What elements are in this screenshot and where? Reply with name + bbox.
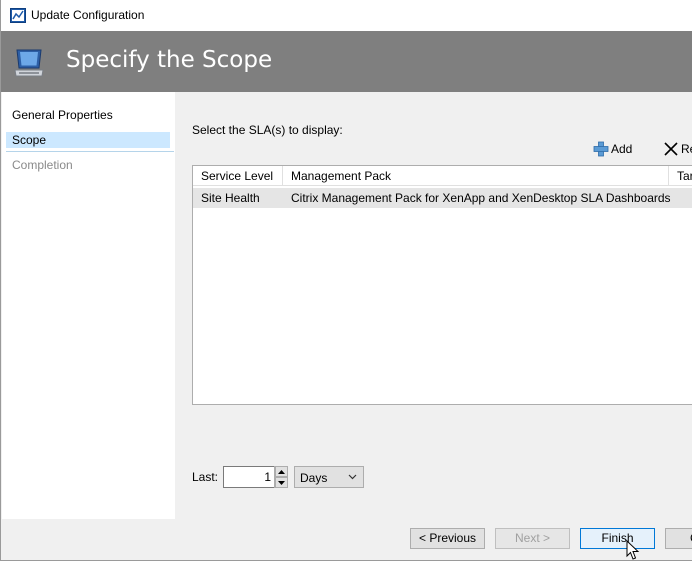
window-title: Update Configuration — [31, 8, 145, 22]
cell-target — [669, 188, 692, 208]
scope-panel: Select the SLA(s) to display: Add Re Ser… — [175, 92, 692, 519]
caret-up-icon — [278, 469, 285, 474]
select-sla-label: Select the SLA(s) to display: — [192, 123, 343, 137]
last-value-input[interactable] — [224, 467, 274, 487]
last-value-stepper — [223, 466, 288, 488]
remove-button-label: Re — [681, 142, 692, 156]
cell-management-pack: Citrix Management Pack for XenApp and Xe… — [291, 191, 671, 205]
grid-header: Service Level Management Pack Tar — [193, 166, 692, 186]
column-header-management-pack[interactable]: Management Pack — [283, 166, 669, 186]
remove-x-icon — [664, 142, 678, 156]
column-header-target[interactable]: Tar — [669, 166, 692, 186]
nav-item-label: General Properties — [12, 108, 113, 122]
caret-down-icon — [278, 480, 285, 485]
stepper-up-button[interactable] — [275, 466, 288, 477]
last-label: Last: — [192, 470, 219, 484]
next-button: Next > — [495, 528, 570, 549]
stepper-buttons — [274, 466, 288, 488]
cancel-button[interactable]: C — [665, 528, 692, 549]
column-header-service-level[interactable]: Service Level — [193, 166, 283, 186]
computer-monitor-icon — [14, 49, 44, 77]
nav-item-scope[interactable]: Scope — [6, 132, 170, 148]
update-configuration-window: Update Configuration Specify the Scope G… — [0, 0, 692, 561]
previous-button[interactable]: < Previous — [410, 528, 485, 549]
page-banner: Specify the Scope — [1, 31, 692, 92]
nav-item-completion: Completion — [6, 157, 170, 173]
nav-item-label: Scope — [12, 133, 47, 147]
stepper-down-button[interactable] — [275, 477, 288, 488]
add-button[interactable]: Add — [593, 139, 632, 159]
chevron-down-icon — [348, 474, 357, 480]
nav-separator — [6, 151, 174, 152]
mouse-pointer-icon — [626, 540, 640, 560]
title-bar: Update Configuration — [1, 0, 692, 31]
table-row[interactable]: Site Health Citrix Management Pack for X… — [193, 188, 692, 208]
unit-select[interactable]: Days — [294, 466, 364, 488]
app-chart-icon — [10, 8, 26, 23]
nav-item-label: Completion — [12, 158, 73, 172]
add-button-label: Add — [611, 142, 633, 156]
sla-grid[interactable]: Service Level Management Pack Tar Site H… — [192, 165, 692, 405]
add-plus-icon — [593, 141, 609, 157]
cell-service-level: Site Health — [201, 191, 260, 205]
nav-item-general-properties[interactable]: General Properties — [6, 107, 170, 123]
unit-select-value: Days — [300, 471, 328, 485]
remove-button[interactable]: Re — [663, 139, 692, 159]
wizard-nav: General Properties Scope Completion — [2, 92, 175, 519]
finish-button[interactable]: Finish — [580, 528, 655, 549]
page-title: Specify the Scope — [66, 47, 273, 73]
